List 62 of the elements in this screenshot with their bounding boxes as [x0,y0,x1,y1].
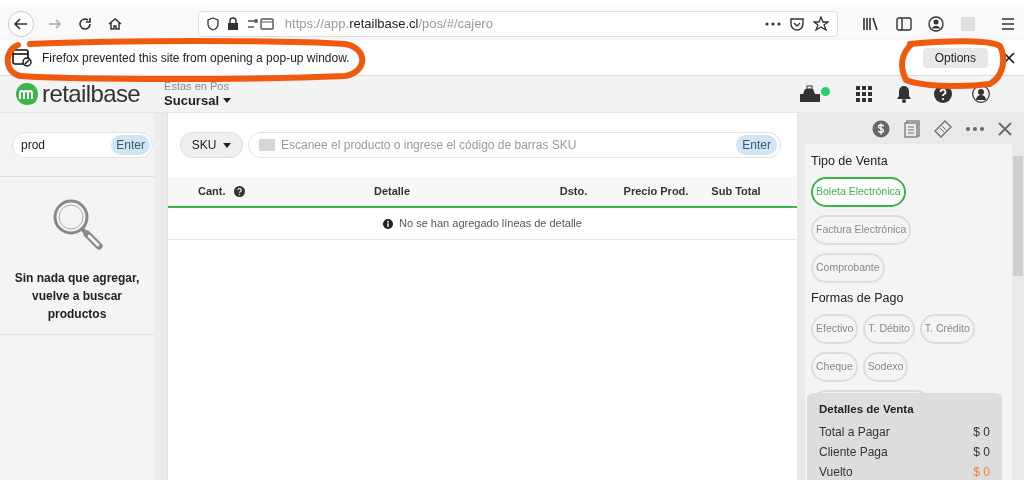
column-header: Detalle [372,184,412,200]
popup-blocked-icon [12,48,32,67]
option-chip[interactable]: Sodexo [862,351,909,382]
cash-register-icon[interactable] [799,85,821,103]
column-header: Sub Total [710,184,762,200]
search-field[interactable]: prod Enter [12,131,153,158]
code-type-dropdown[interactable]: SKU [180,132,243,158]
user-icon[interactable] [972,85,990,103]
document-icon[interactable] [904,119,920,138]
detail-label: Total a Pagar [819,424,890,442]
branch-dropdown[interactable]: Sucursal [164,94,231,107]
section-heading: Tipo de Venta [811,153,889,170]
location-label: Estas en Pos [164,81,230,92]
star-icon[interactable] [813,15,829,32]
logo-text: retailbase [42,82,141,106]
option-chip[interactable]: Cheque [811,351,858,382]
empty-table-message: No se han agregado líneas de detalle [399,216,582,232]
detail-value: $ 0 [973,424,990,442]
option-chip[interactable]: Comprobante [811,252,885,283]
section-heading: Formas de Pago [811,289,905,307]
detail-value: $ 0 [973,464,990,480]
options-button[interactable]: Options [922,47,988,68]
column-header: Dsto. [558,184,589,200]
lock-icon [226,16,239,31]
barcode-field[interactable]: Escanee el producto o ingrese el código de barras SKU Enter [248,132,781,158]
sidebar-icon[interactable] [896,16,912,31]
address-bar[interactable]: https://app.retailbase.cl/pos/#/cajero [197,10,838,37]
option-chip[interactable]: Efectivo [811,313,859,344]
apps-icon[interactable] [856,86,872,102]
scrollbar[interactable] [154,113,167,480]
details-title: Detalles de Venta [819,402,915,417]
permissions-icon[interactable] [246,16,277,31]
pocket-icon[interactable] [789,15,805,32]
column-header: Cant. [168,183,248,200]
library-icon[interactable] [862,15,880,32]
bell-icon[interactable] [896,85,912,103]
account-icon[interactable] [928,15,944,32]
menu-icon[interactable] [1000,16,1016,31]
help-icon[interactable] [233,186,245,197]
notification-text: Firefox prevented this site from opening a pop-up window. [42,49,350,67]
enter-button[interactable]: Enter [736,135,777,155]
dollar-icon[interactable] [872,119,890,138]
help-icon[interactable] [934,85,952,103]
option-chip[interactable]: Factura Electrónica [811,214,912,245]
shield-icon [206,16,219,31]
detail-value: $ 0 [973,444,990,462]
detail-label: Vuelto [819,464,853,480]
ticket-icon[interactable] [934,119,952,138]
caret-icon [223,142,232,148]
enter-button[interactable]: Enter [111,134,150,155]
empty-state-message: Sin nada que agregar, vuelve a buscar productos [13,270,141,323]
url-text: https://app.retailbase.cl/pos/#/cajero [284,14,493,33]
column-header: Precio Prod. [622,184,690,200]
barcode-icon [259,139,275,151]
option-chip[interactable]: T. Crédito [919,313,975,344]
detail-label: Cliente Paga [819,444,888,462]
logo-icon [14,83,40,105]
back-button[interactable] [8,10,34,37]
option-chip[interactable]: T. Débito [863,313,915,344]
caret-icon [223,98,231,103]
more-icon[interactable] [765,21,781,26]
info-icon [383,218,394,229]
